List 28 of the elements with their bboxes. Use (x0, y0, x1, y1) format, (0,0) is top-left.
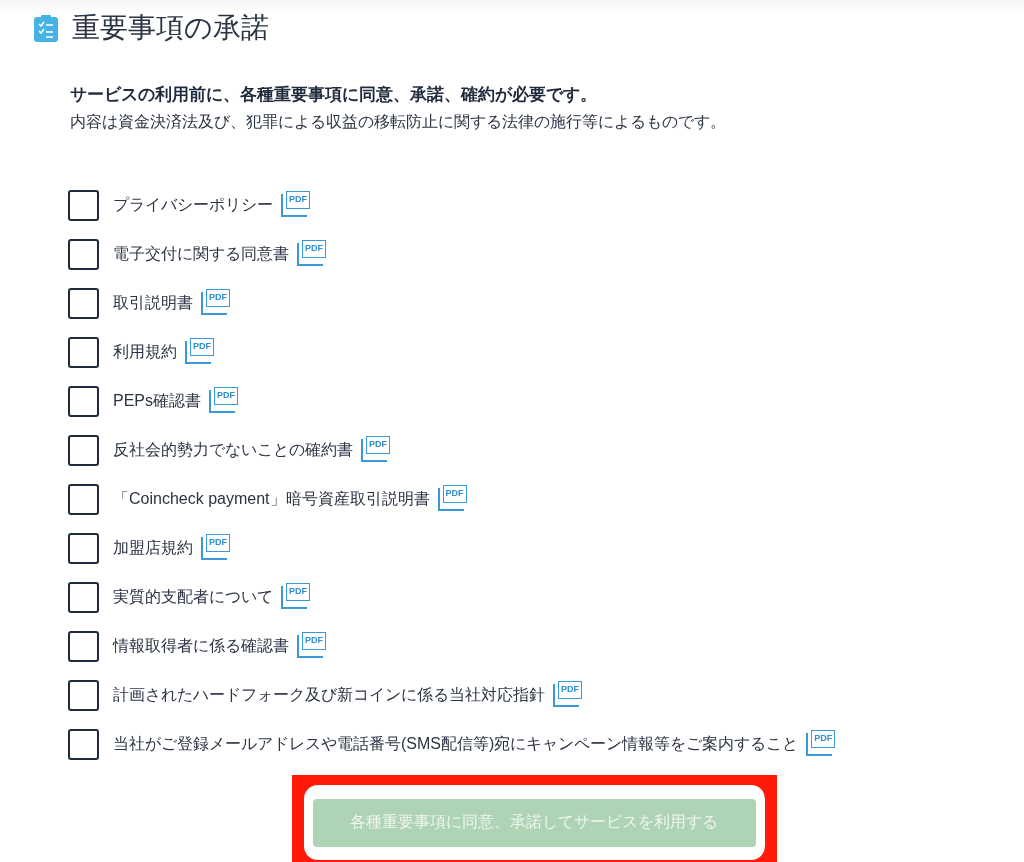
agreement-label: PEPs確認書 (113, 390, 201, 411)
checkbox[interactable] (68, 581, 99, 613)
agreement-label: 情報取得者に係る確認書 (113, 635, 289, 656)
checkbox[interactable] (68, 679, 99, 711)
agreement-label: 取引説明書 (113, 292, 193, 313)
agreement-label: 利用規約 (113, 341, 177, 362)
checkbox[interactable] (68, 385, 99, 417)
agreement-label: プライバシーポリシー (113, 194, 273, 215)
checkbox[interactable] (68, 630, 99, 662)
checkbox[interactable] (68, 434, 99, 466)
checkbox[interactable] (68, 189, 99, 221)
agreement-label: 計画されたハードフォーク及び新コインに係る当社対応指針 (113, 684, 545, 705)
note-text: 内容は資金決済法及び、犯罪による収益の移転防止に関する法律の施行等によるものです。 (70, 112, 727, 132)
lead-text: サービスの利用前に、各種重要事項に同意、承諾、確約が必要です。 (70, 84, 598, 106)
agreement-label: 当社がご登録メールアドレスや電話番号(SMS配信等)宛にキャンペーン情報等をご案内すること (113, 733, 799, 754)
agreement-label: 電子交付に関する同意書 (113, 243, 289, 264)
checkbox[interactable] (68, 336, 99, 368)
checkbox[interactable] (68, 728, 99, 760)
agreement-label: 反社会的勢力でないことの確約書 (113, 439, 353, 460)
checkbox[interactable] (68, 238, 99, 270)
agreement-label: 加盟店規約 (113, 537, 193, 558)
agreement-label: 「Coincheck payment」暗号資産取引説明書 (113, 488, 430, 509)
checkbox[interactable] (68, 532, 99, 564)
checkbox[interactable] (68, 483, 99, 515)
checklist-icon (34, 14, 58, 42)
agreement-label: 実質的支配者について (113, 586, 273, 607)
page-title: 重要事項の承諾 (72, 11, 269, 45)
checkbox[interactable] (68, 287, 99, 319)
